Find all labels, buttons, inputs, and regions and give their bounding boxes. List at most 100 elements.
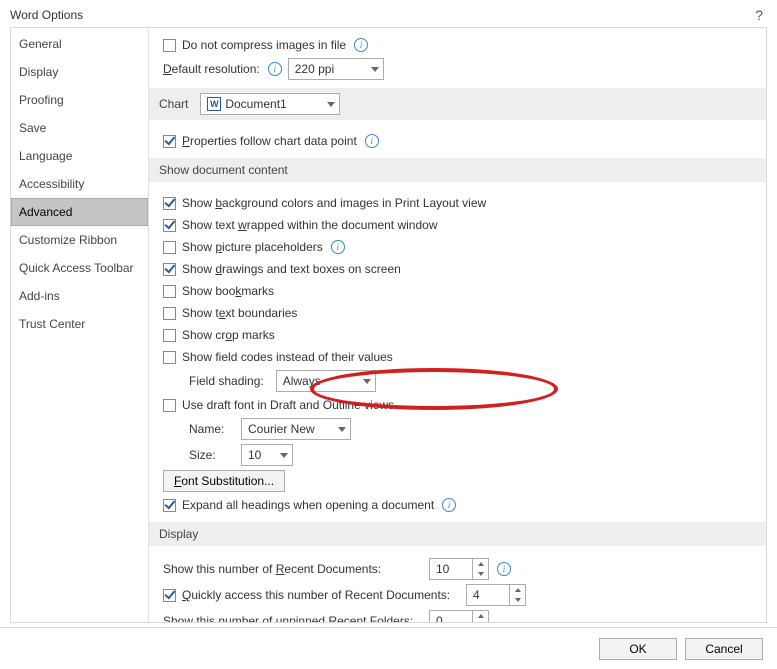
checkbox-wrapped[interactable] <box>163 219 176 232</box>
dialog-footer: OK Cancel <box>0 627 777 669</box>
label-bookmarks: Show bookmarks <box>182 284 274 298</box>
spinner-up-icon[interactable] <box>510 585 525 595</box>
chevron-down-icon <box>363 379 371 384</box>
info-icon[interactable]: i <box>497 562 511 576</box>
sidebar-item-add-ins[interactable]: Add-ins <box>11 282 148 310</box>
spinner-quick-access[interactable]: 4 <box>466 584 526 606</box>
spinner-unpinned-folders-value: 0 <box>430 611 472 622</box>
info-icon[interactable]: i <box>354 38 368 52</box>
checkbox-bookmarks[interactable] <box>163 285 176 298</box>
row-expand-headings: Expand all headings when opening a docum… <box>149 494 766 516</box>
chevron-down-icon <box>327 102 335 107</box>
label-picture-placeholders: Show picture placeholders <box>182 240 323 254</box>
checkbox-properties-follow[interactable] <box>163 135 176 148</box>
group-show-document-content: Show document content <box>149 158 766 182</box>
select-default-resolution[interactable]: 220 ppi <box>288 58 384 80</box>
info-icon[interactable]: i <box>442 498 456 512</box>
checkbox-field-codes[interactable] <box>163 351 176 364</box>
row-crop-marks: Show crop marks <box>149 324 766 346</box>
select-default-resolution-value: 220 ppi <box>295 62 334 76</box>
font-substitution-button[interactable]: Font Substitution... <box>163 470 285 492</box>
spinner-recent-docs[interactable]: 10 <box>429 558 489 580</box>
info-icon[interactable]: i <box>268 62 282 76</box>
label-expand-headings: Expand all headings when opening a docum… <box>182 498 434 512</box>
checkbox-crop-marks[interactable] <box>163 329 176 342</box>
spinner-up-icon[interactable] <box>473 611 488 621</box>
info-icon[interactable]: i <box>365 134 379 148</box>
checkbox-quick-access[interactable] <box>163 589 176 602</box>
spinner-down-icon[interactable] <box>473 569 488 579</box>
title-bar: Word Options ? <box>0 0 777 26</box>
label-font-size: Size: <box>189 448 235 462</box>
row-font-substitution: Font Substitution... <box>149 468 766 494</box>
row-recent-docs: Show this number of Recent Documents: 10… <box>149 556 766 582</box>
label-do-not-compress: Do not compress images in file <box>182 38 346 52</box>
label-text-boundaries: Show text boundaries <box>182 306 297 320</box>
row-draft-font: Use draft font in Draft and Outline view… <box>149 394 766 416</box>
row-unpinned-folders: Show this number of unpinned Recent Fold… <box>149 608 766 622</box>
row-field-shading: Field shading: Always <box>149 368 766 394</box>
group-chart: Chart W Document1 <box>149 88 766 120</box>
checkbox-draft-font[interactable] <box>163 399 176 412</box>
row-default-resolution: Default resolution: i 220 ppi <box>149 56 766 82</box>
group-chart-label: Chart <box>159 97 188 111</box>
sidebar-item-advanced[interactable]: Advanced <box>11 198 148 226</box>
label-field-codes: Show field codes instead of their values <box>182 350 393 364</box>
row-picture-placeholders: Show picture placeholders i <box>149 236 766 258</box>
sidebar-item-quick-access[interactable]: Quick Access Toolbar <box>11 254 148 282</box>
label-draft-font: Use draft font in Draft and Outline view… <box>182 398 394 412</box>
cancel-button[interactable]: Cancel <box>685 638 763 660</box>
body-area: General Display Proofing Save Language A… <box>10 27 767 623</box>
select-chart-document-value: Document1 <box>225 97 286 111</box>
checkbox-text-boundaries[interactable] <box>163 307 176 320</box>
row-font-name: Name: Courier New <box>149 416 766 442</box>
label-crop-marks: Show crop marks <box>182 328 275 342</box>
select-field-shading[interactable]: Always <box>276 370 376 392</box>
label-field-shading: Field shading: <box>189 374 264 388</box>
ok-button[interactable]: OK <box>599 638 677 660</box>
checkbox-picture-placeholders[interactable] <box>163 241 176 254</box>
select-field-shading-value: Always <box>283 374 321 388</box>
group-display: Display <box>149 522 766 546</box>
label-drawings: Show drawings and text boxes on screen <box>182 262 401 276</box>
label-quick-access: Quickly access this number of Recent Doc… <box>182 588 460 602</box>
chevron-down-icon <box>280 453 288 458</box>
row-font-size: Size: 10 <box>149 442 766 468</box>
sidebar-item-accessibility[interactable]: Accessibility <box>11 170 148 198</box>
row-drawings: Show drawings and text boxes on screen <box>149 258 766 280</box>
checkbox-expand-headings[interactable] <box>163 499 176 512</box>
row-bookmarks: Show bookmarks <box>149 280 766 302</box>
select-font-size-value: 10 <box>248 448 261 462</box>
help-icon[interactable]: ? <box>751 7 767 23</box>
sidebar-item-proofing[interactable]: Proofing <box>11 86 148 114</box>
sidebar-item-trust-center[interactable]: Trust Center <box>11 310 148 338</box>
checkbox-bg-colors[interactable] <box>163 197 176 210</box>
window-title: Word Options <box>10 8 83 22</box>
sidebar-item-general[interactable]: General <box>11 30 148 58</box>
spinner-down-icon[interactable] <box>473 621 488 622</box>
sidebar-item-customize-ribbon[interactable]: Customize Ribbon <box>11 226 148 254</box>
sidebar-item-language[interactable]: Language <box>11 142 148 170</box>
label-wrapped: Show text wrapped within the document wi… <box>182 218 437 232</box>
spinner-down-icon[interactable] <box>510 595 525 605</box>
label-recent-docs: Show this number of Recent Documents: <box>163 562 423 576</box>
row-do-not-compress: Do not compress images in file i <box>149 34 766 56</box>
sidebar-item-display[interactable]: Display <box>11 58 148 86</box>
checkbox-do-not-compress[interactable] <box>163 39 176 52</box>
spinner-unpinned-folders[interactable]: 0 <box>429 610 489 622</box>
label-font-name: Name: <box>189 422 235 436</box>
select-chart-document[interactable]: W Document1 <box>200 93 340 115</box>
select-font-name[interactable]: Courier New <box>241 418 351 440</box>
row-wrapped: Show text wrapped within the document wi… <box>149 214 766 236</box>
checkbox-drawings[interactable] <box>163 263 176 276</box>
spinner-recent-docs-value: 10 <box>430 559 472 579</box>
label-properties-follow: Properties follow chart data point <box>182 134 357 148</box>
sidebar-item-save[interactable]: Save <box>11 114 148 142</box>
row-properties-follow: Properties follow chart data point i <box>149 130 766 152</box>
info-icon[interactable]: i <box>331 240 345 254</box>
right-pane: Do not compress images in file i Default… <box>149 28 766 622</box>
select-font-size[interactable]: 10 <box>241 444 293 466</box>
spinner-up-icon[interactable] <box>473 559 488 569</box>
word-doc-icon: W <box>207 97 221 111</box>
row-field-codes: Show field codes instead of their values <box>149 346 766 368</box>
